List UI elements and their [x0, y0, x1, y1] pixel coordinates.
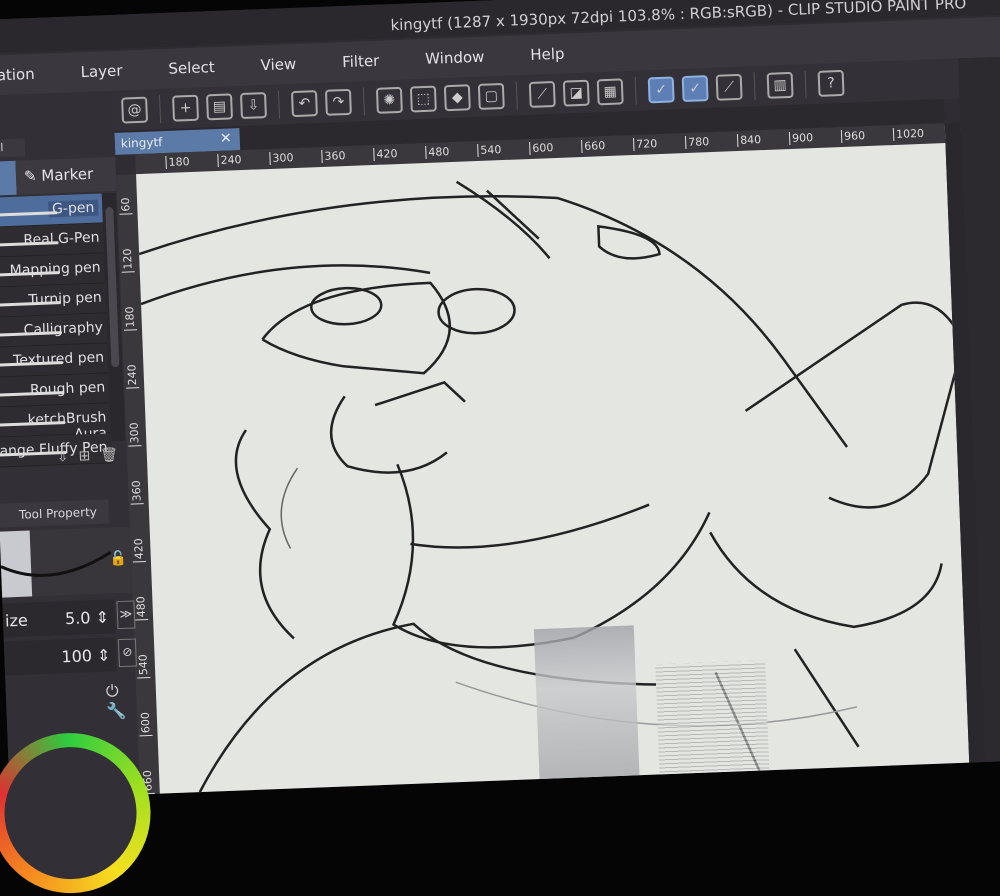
ruler-tick-label: 540: [136, 653, 151, 679]
ruler-tick-label: 180: [165, 155, 190, 169]
brush-item[interactable]: Rough pen: [0, 373, 110, 408]
brush-label: G-pen: [47, 199, 99, 218]
brush-actions: ⇩ ⊞ 🗑: [57, 447, 119, 465]
document-tab-label: kingytf: [120, 135, 163, 151]
ruler-tick-label: 360: [321, 149, 346, 163]
brush-item[interactable]: ketchBrush Aura: [0, 403, 111, 443]
menu-layer[interactable]: Layer: [80, 62, 122, 82]
ruler-tick-label: 120: [120, 248, 135, 273]
ruler-tick-label: 720: [633, 137, 658, 152]
open-folder-icon[interactable]: ▤: [206, 93, 234, 121]
brush-size-value[interactable]: 5.0 ⇕: [65, 607, 110, 628]
ruler-tick-label: 600: [529, 141, 554, 156]
stabilize-icon[interactable]: ✓: [647, 76, 675, 104]
lock-icon[interactable]: 🔓: [109, 551, 127, 568]
ruler-tick-label: 180: [123, 306, 138, 331]
ruler-tick-label: 1020: [892, 126, 925, 142]
ruler-tick-label: 840: [736, 133, 762, 148]
ruler-tick-label: 960: [840, 129, 866, 144]
marker-group-tab[interactable]: ✎ Marker: [15, 156, 117, 195]
loading-icon[interactable]: ✺: [375, 86, 403, 114]
menu-filter[interactable]: Filter: [342, 52, 380, 71]
color-wheel[interactable]: [0, 730, 154, 896]
ruler-tick-label: 300: [127, 422, 142, 447]
menu-view[interactable]: View: [260, 55, 296, 74]
undo-icon[interactable]: ↶: [290, 90, 318, 118]
clear-selection-icon[interactable]: ⬚: [409, 85, 437, 113]
reset-icon[interactable]: ⏻: [105, 681, 118, 700]
brush-item[interactable]: Textured pen: [0, 343, 109, 378]
ruler-tick-label: 660: [581, 139, 606, 154]
curve-icon[interactable]: ✓: [681, 75, 709, 103]
ruler-tick-label: 240: [125, 364, 140, 389]
opacity-value[interactable]: 100 ⇕: [61, 645, 111, 666]
brush-item[interactable]: Mapping pen: [0, 253, 106, 288]
drawing-canvas[interactable]: [136, 143, 970, 794]
ruler-tick-label: 300: [269, 151, 294, 165]
ruler-tick-label: 420: [132, 538, 146, 563]
ruler-tick-label: 480: [425, 145, 450, 159]
pen-pressure-icon[interactable]: ⟋: [715, 73, 743, 101]
wrench-icon[interactable]: 🔧: [106, 701, 127, 721]
brush-size-field[interactable]: ize 5.0 ⇕: [2, 599, 116, 638]
brush-label: Calligraphy: [23, 319, 104, 339]
help-icon[interactable]: ?: [817, 69, 845, 97]
close-icon[interactable]: ✕: [220, 130, 232, 146]
opacity-field[interactable]: 100 ⇕: [3, 637, 118, 676]
scroll-thumb[interactable]: [105, 207, 120, 368]
pen-group-tab[interactable]: [0, 160, 17, 196]
pressure-toggle[interactable]: ≫: [116, 600, 136, 630]
download-icon[interactable]: ⇩: [57, 449, 69, 465]
fill-icon[interactable]: ◆: [443, 84, 471, 112]
marker-tab-label: Marker: [41, 164, 94, 185]
brush-label: Rough pen: [29, 379, 106, 399]
new-file-icon[interactable]: +: [172, 94, 200, 122]
brush-group-tabs: ✎ Marker: [0, 156, 117, 196]
companion-icon[interactable]: ▥: [766, 71, 794, 99]
ruler-tick-label: 420: [373, 147, 398, 161]
menu-select[interactable]: Select: [168, 58, 215, 78]
brush-item[interactable]: Turnip pen: [0, 283, 107, 318]
reference-text-block: [655, 660, 770, 775]
ruler-tick-label: 600: [138, 711, 153, 737]
brush-label: Textured pen: [12, 349, 105, 369]
brush-label: Mapping pen: [9, 259, 101, 280]
redo-icon[interactable]: ↷: [324, 88, 352, 116]
trash-icon[interactable]: 🗑: [100, 447, 118, 464]
ruler-tick-label: 60: [118, 197, 133, 215]
ruler-tick-label: 360: [129, 480, 144, 505]
menu-window[interactable]: Window: [425, 48, 485, 68]
transform-icon[interactable]: ▢: [477, 82, 505, 110]
brush-stroke-preview: 🔓: [0, 526, 133, 598]
menu-animation[interactable]: mation: [0, 65, 35, 85]
brush-list: G-pen Real G-Pen Mapping pen Turnip pen Call…: [0, 193, 113, 468]
reference-image: [533, 625, 640, 780]
clip-studio-icon[interactable]: @: [121, 96, 149, 124]
brush-item[interactable]: Real G-Pen: [0, 223, 105, 258]
ruler-snap-icon[interactable]: ⟋: [528, 80, 556, 108]
ruler-tick-label: 480: [134, 596, 149, 621]
brush-label: Turnip pen: [28, 289, 103, 309]
brush-size-label: ize: [4, 610, 29, 631]
ruler-tick-label: 780: [684, 135, 710, 150]
grid-snap-icon[interactable]: ▦: [596, 78, 624, 106]
save-icon[interactable]: ⇩: [239, 92, 267, 120]
duplicate-icon[interactable]: ⊞: [78, 448, 90, 464]
menu-help[interactable]: Help: [530, 45, 565, 64]
sub-tool-tab[interactable]: ool: [0, 138, 26, 158]
ruler-tick-label: 900: [788, 131, 814, 146]
tool-property-header: Tool Property: [0, 499, 110, 528]
clip-studio-window: kingytf (1287 x 1930px 72dpi 103.8% : RG…: [0, 0, 1000, 896]
brush-item[interactable]: G-pen: [0, 193, 103, 228]
brush-label: Real G-Pen: [23, 229, 100, 249]
settings-icons: ⏻ 🔧: [105, 681, 136, 721]
brush-item[interactable]: Calligraphy: [0, 313, 108, 348]
ruler-tick-label: 240: [217, 153, 242, 167]
ruler-tick-label: 540: [477, 143, 502, 157]
special-ruler-icon[interactable]: ◪: [562, 79, 590, 107]
opacity-option-button[interactable]: ⊘: [117, 638, 137, 668]
